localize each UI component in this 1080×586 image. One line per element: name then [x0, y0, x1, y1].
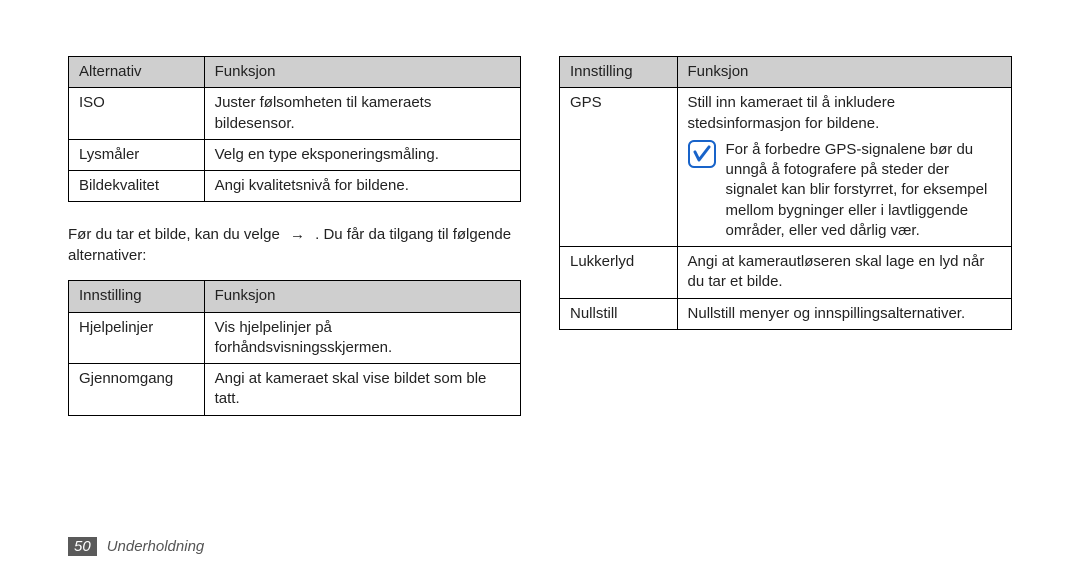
cell-note: For å forbedre GPS-signalene bør du unng… — [726, 140, 1001, 241]
cell: Juster følsomheten til kameraets bildese… — [204, 88, 520, 140]
page-number: 50 — [68, 537, 97, 556]
cell: Angi at kamerautløseren skal lage en lyd… — [677, 247, 1011, 299]
cell: Hjelpelinjer — [69, 312, 205, 364]
cell: GPS — [560, 88, 678, 247]
arrow-icon: → — [284, 224, 311, 245]
note-icon — [688, 140, 716, 241]
table-header: Alternativ — [69, 57, 205, 88]
table-header: Funksjon — [204, 281, 520, 312]
section-title: Underholdning — [107, 538, 205, 555]
cell: Nullstill menyer og innspillingsalternat… — [677, 298, 1011, 329]
cell: Bildekvalitet — [69, 171, 205, 202]
cell: ISO — [69, 88, 205, 140]
table-row: Nullstill Nullstill menyer og innspillin… — [560, 298, 1012, 329]
table-row: GPS Still inn kameraet til å inkludere s… — [560, 88, 1012, 247]
table-row: Hjelpelinjer Vis hjelpelinjer på forhånd… — [69, 312, 521, 364]
table-row: Bildekvalitet Angi kvalitetsnivå for bil… — [69, 171, 521, 202]
settings-table-left: Innstilling Funksjon Hjelpelinjer Vis hj… — [68, 280, 521, 415]
cell: Gjennomgang — [69, 364, 205, 416]
table-header: Innstilling — [560, 57, 678, 88]
cell: Angi at kameraet skal vise bildet som bl… — [204, 364, 520, 416]
cell: Lukkerlyd — [560, 247, 678, 299]
table-row: ISO Juster følsomheten til kameraets bil… — [69, 88, 521, 140]
table-header: Innstilling — [69, 281, 205, 312]
cell: Lysmåler — [69, 139, 205, 170]
page-footer: 50 Underholdning — [68, 537, 204, 556]
table-row: Gjennomgang Angi at kameraet skal vise b… — [69, 364, 521, 416]
body-text: Før du tar et bilde, kan du velge → . Du… — [68, 224, 521, 266]
settings-table-right: Innstilling Funksjon GPS Still inn kamer… — [559, 56, 1012, 330]
table-header: Funksjon — [204, 57, 520, 88]
table-row: Lukkerlyd Angi at kamerautløseren skal l… — [560, 247, 1012, 299]
cell: Nullstill — [560, 298, 678, 329]
cell: Vis hjelpelinjer på forhåndsvisningsskje… — [204, 312, 520, 364]
table-header: Funksjon — [677, 57, 1011, 88]
cell: Still inn kameraet til å inkludere steds… — [677, 88, 1011, 247]
cell-intro: Still inn kameraet til å inkludere steds… — [688, 93, 1001, 134]
cell: Velg en type eksponeringsmåling. — [204, 139, 520, 170]
table-row: Lysmåler Velg en type eksponeringsmåling… — [69, 139, 521, 170]
cell: Angi kvalitetsnivå for bildene. — [204, 171, 520, 202]
options-table: Alternativ Funksjon ISO Juster følsomhet… — [68, 56, 521, 202]
text: Før du tar et bilde, kan du velge — [68, 226, 280, 243]
